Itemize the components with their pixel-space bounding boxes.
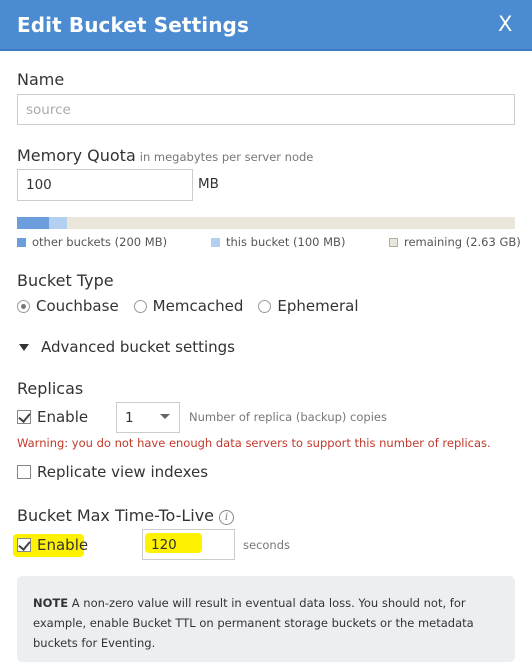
- memory-quota-value: 100: [26, 177, 52, 193]
- memory-quota-label: Memory Quota in megabytes per server node: [17, 146, 313, 165]
- replica-count-hint: Number of replica (backup) copies: [189, 410, 387, 424]
- radio-memcached-circle: [133, 299, 147, 313]
- replicate-view-indexes-label: Replicate view indexes: [37, 463, 209, 481]
- name-placeholder: source: [26, 101, 71, 118]
- ttl-seconds-unit: seconds: [243, 538, 291, 552]
- ttl-enable-box: [17, 538, 31, 552]
- memory-quota-sublabel: in megabytes per server node: [139, 150, 314, 164]
- radio-couchbase-circle: [17, 299, 30, 313]
- replica-count-value: 1: [125, 409, 134, 426]
- chevron-down-icon: [160, 414, 170, 419]
- caret-down-icon: [19, 343, 29, 351]
- replicas-enable-box: [17, 410, 31, 424]
- legend-remaining-swatch: [389, 237, 398, 247]
- replicas-warning: Warning: you do not have enough data ser…: [17, 436, 491, 450]
- name-label: Name: [17, 70, 65, 89]
- memory-quota-unit: MB: [198, 176, 219, 192]
- advanced-settings-toggle[interactable]: Advanced bucket settings: [19, 338, 235, 356]
- legend-other-swatch: [17, 237, 26, 247]
- replicas-enable-checkbox[interactable]: Enable: [17, 408, 88, 426]
- memory-usage-other-segment: [17, 217, 49, 229]
- radio-couchbase-label: Couchbase: [36, 297, 119, 315]
- note-text: A non-zero value will result in eventual…: [33, 596, 474, 650]
- radio-memcached[interactable]: Memcached: [133, 297, 244, 315]
- legend-remaining: remaining (2.63 GB): [389, 235, 521, 249]
- replicate-view-indexes-checkbox[interactable]: Replicate view indexes: [17, 463, 208, 481]
- ttl-enable-label: Enable: [37, 536, 89, 554]
- replicas-enable-label: Enable: [37, 408, 89, 426]
- close-button[interactable]: X: [498, 12, 512, 36]
- memory-quota-input[interactable]: 100: [17, 169, 193, 201]
- ttl-value: 120: [151, 536, 177, 553]
- radio-couchbase[interactable]: Couchbase: [17, 297, 119, 315]
- radio-ephemeral-label: Ephemeral: [277, 297, 359, 315]
- note-prefix: NOTE: [33, 596, 69, 610]
- replicas-label: Replicas: [17, 379, 84, 398]
- memory-quota-title: Memory Quota: [17, 146, 136, 165]
- legend-this-label: this bucket (100 MB): [226, 235, 346, 249]
- memory-usage-this-segment: [49, 217, 67, 229]
- radio-memcached-label: Memcached: [152, 297, 244, 315]
- bucket-type-label: Bucket Type: [17, 271, 114, 290]
- edit-bucket-dialog: Edit Bucket Settings X Name source Memor…: [0, 0, 532, 671]
- advanced-settings-label: Advanced bucket settings: [41, 338, 235, 356]
- name-input[interactable]: source: [17, 94, 515, 125]
- legend-this-bucket: this bucket (100 MB): [211, 235, 345, 249]
- bucket-type-radio-group: Couchbase Memcached Ephemeral: [17, 297, 374, 315]
- ttl-enable-checkbox[interactable]: Enable: [17, 536, 88, 554]
- replicate-view-indexes-box: [17, 465, 31, 479]
- radio-ephemeral[interactable]: Ephemeral: [258, 297, 359, 315]
- legend-other-label: other buckets (200 MB): [32, 235, 168, 249]
- ttl-label: Bucket Max Time-To-Live i: [17, 506, 235, 525]
- info-icon[interactable]: i: [219, 510, 235, 525]
- memory-usage-bar: [17, 217, 515, 229]
- radio-ephemeral-circle: [258, 299, 272, 313]
- replica-count-select[interactable]: 1: [116, 402, 180, 433]
- dialog-header: Edit Bucket Settings X: [0, 0, 532, 51]
- dialog-title: Edit Bucket Settings: [17, 13, 249, 37]
- legend-other-buckets: other buckets (200 MB): [17, 235, 167, 249]
- legend-this-swatch: [211, 237, 220, 247]
- ttl-title: Bucket Max Time-To-Live: [17, 506, 215, 525]
- legend-remaining-label: remaining (2.63 GB): [404, 235, 521, 249]
- ttl-note: NOTE A non-zero value will result in eve…: [17, 576, 515, 662]
